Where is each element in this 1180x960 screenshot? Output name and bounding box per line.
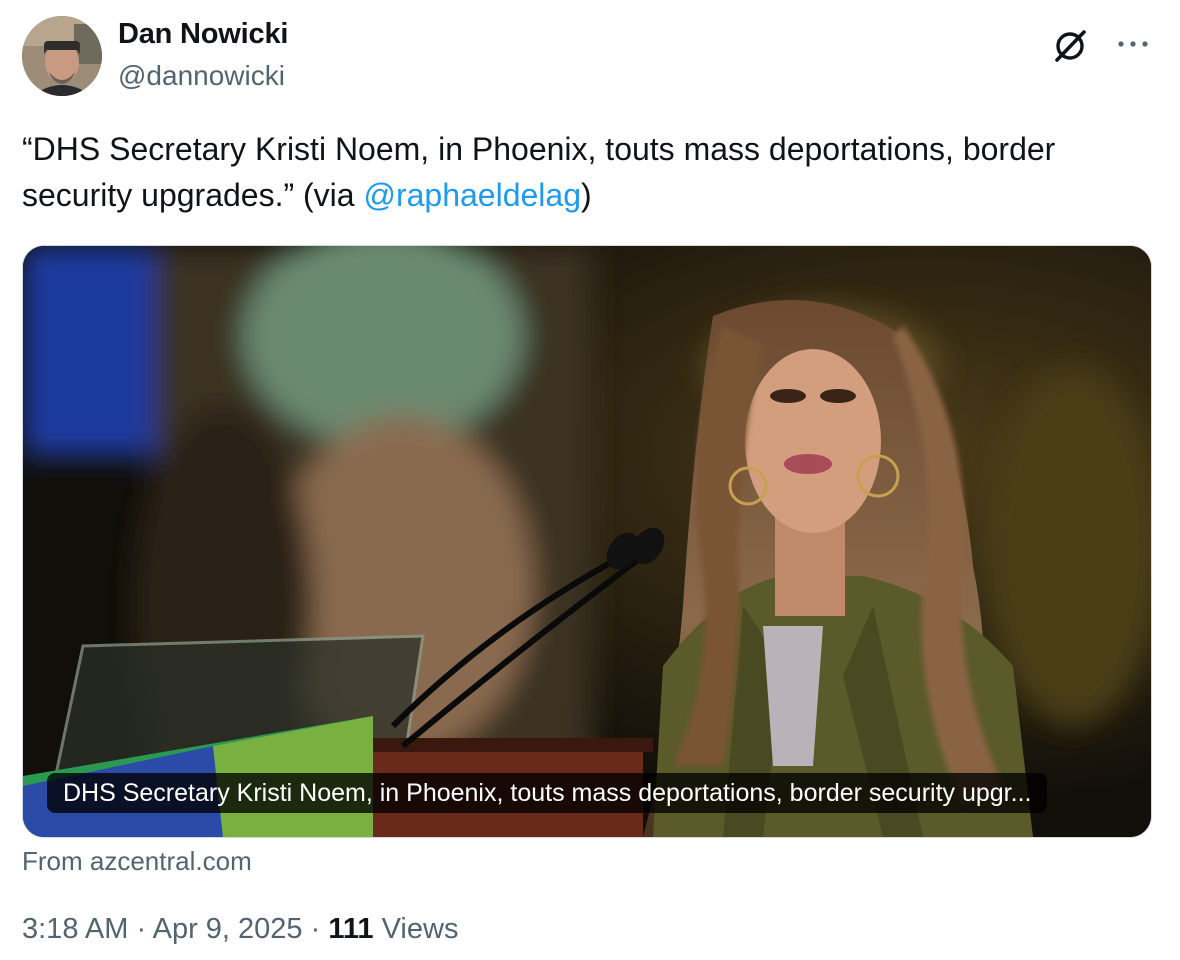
tweet-meta: 3:18 AM · Apr 9, 2025 · 111 Views [22, 913, 458, 946]
link-preview-card[interactable]: DHS Secretary Kristi Noem, in Phoenix, t… [22, 245, 1152, 838]
author-display-name[interactable]: Dan Nowicki [118, 18, 288, 51]
author-handle[interactable]: @dannowicki [118, 60, 285, 92]
meta-separator: · [136, 913, 147, 945]
link-source[interactable]: From azcentral.com [22, 846, 252, 877]
views-count: 111 [328, 913, 374, 945]
tweet-text: “DHS Secretary Kristi Noem, in Phoenix, … [22, 126, 1142, 218]
grok-icon[interactable] [1050, 26, 1092, 66]
tweet-time[interactable]: 3:18 AM [22, 913, 128, 945]
preview-photo [23, 246, 1151, 837]
meta-separator: · [310, 913, 321, 945]
tweet-text-tail: ) [581, 177, 592, 213]
mention-link[interactable]: @raphaeldelag [363, 177, 581, 213]
avatar-image [22, 16, 102, 96]
preview-caption: DHS Secretary Kristi Noem, in Phoenix, t… [47, 773, 1048, 813]
tweet-date[interactable]: Apr 9, 2025 [153, 913, 303, 945]
author-avatar[interactable] [22, 16, 102, 96]
views-label: Views [381, 913, 459, 945]
more-options-icon[interactable] [1112, 30, 1154, 60]
